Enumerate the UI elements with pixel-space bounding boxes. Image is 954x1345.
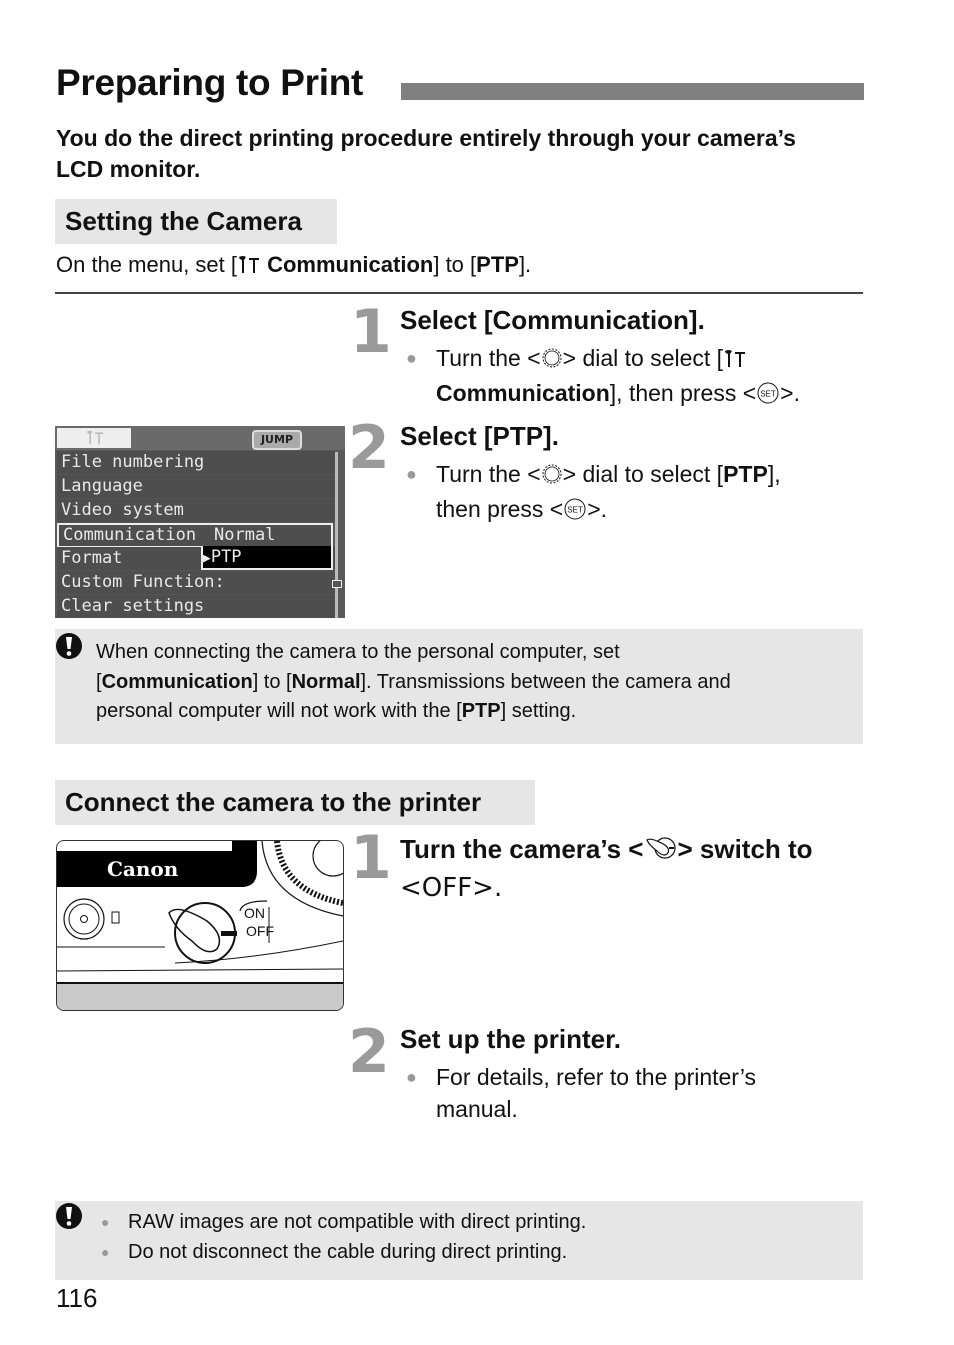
step-number: 1 — [350, 297, 392, 367]
lcd-menu-item: Video system — [57, 499, 335, 523]
title-decorative-bar — [401, 83, 864, 100]
caution-item-text: RAW images are not compatible with direc… — [128, 1211, 587, 1233]
step-title: Set up the printer. — [400, 1024, 622, 1054]
section-heading-setting-camera: Setting the Camera — [55, 199, 337, 244]
step-number: 2 — [348, 1017, 390, 1087]
caution-bold: PTP — [461, 700, 501, 722]
switch-off-label: OFF — [246, 923, 274, 939]
step-bullet: ● Turn the < > dial to select [ Communica… — [406, 342, 866, 412]
lead-text: ]. — [518, 252, 532, 277]
svg-text:SET: SET — [760, 390, 776, 399]
bullet-text: then press < — [436, 496, 564, 522]
set-button-icon: SET — [756, 380, 780, 412]
caution-list: ● RAW images are not compatible with dire… — [101, 1208, 848, 1268]
section-heading-connect-printer: Connect the camera to the printer — [55, 780, 535, 825]
lcd-menu-screenshot: JUMP File numbering Language Video syste… — [55, 426, 345, 618]
quick-control-dial-icon — [541, 461, 563, 493]
lead-text: On the menu, set [ — [56, 252, 237, 277]
step-title: Select [PTP]. — [400, 421, 559, 451]
lcd-option-label: PTP — [210, 547, 242, 567]
caution-list-item: ● Do not disconnect the cable during dire… — [101, 1238, 848, 1268]
bullet-text: > dial to select [ — [562, 345, 724, 371]
step-bullet: ● Turn the < > dial to select [PTP], then… — [406, 458, 866, 528]
bullet-bold: Communication — [436, 380, 610, 406]
setup-menu-icon — [723, 345, 747, 377]
lcd-menu-item-selected: Communication Normal — [57, 523, 333, 548]
section-lead: On the menu, set [ Communication] to [PT… — [56, 252, 531, 281]
quick-control-dial-icon — [541, 345, 563, 377]
lcd-setup-tab — [57, 428, 131, 448]
bullet-dot: ● — [101, 1243, 110, 1260]
caution-note: ● RAW images are not compatible with dire… — [55, 1201, 863, 1280]
bullet-dot: ● — [406, 1067, 417, 1087]
step-number: 2 — [348, 413, 390, 483]
lead-text: ] to [ — [433, 252, 477, 277]
lcd-scrollbar — [335, 452, 338, 618]
bullet-dot: ● — [101, 1214, 110, 1230]
page-title: Preparing to Print — [56, 62, 364, 103]
page-number: 116 — [56, 1283, 98, 1313]
step-title-text: > switch to — [677, 834, 813, 864]
section-divider — [55, 292, 863, 294]
bullet-text: > dial to select [ — [562, 461, 724, 487]
lcd-scroll-thumb — [332, 580, 342, 588]
step-title: Select [Communication]. — [400, 305, 705, 335]
camera-power-switch-illustration: Canon ON OFF — [56, 840, 344, 1011]
power-switch-icon — [643, 835, 677, 870]
lead-bold-communication: Communication — [267, 252, 434, 277]
bullet-text: ], then press < — [609, 380, 757, 406]
canon-logo: Canon — [107, 857, 179, 881]
bullet-text: Turn the < — [436, 461, 541, 487]
switch-on-label: ON — [244, 905, 265, 921]
setup-menu-icon — [237, 255, 261, 281]
bullet-text: ], — [767, 461, 781, 487]
bullet-text: For details, refer to the printer’s — [436, 1064, 757, 1090]
bullet-dot: ● — [406, 348, 417, 368]
caution-line: ] to [ — [252, 670, 292, 693]
caution-line: ] setting. — [500, 700, 577, 722]
bullet-text: manual. — [436, 1096, 518, 1122]
caution-bold: Communication — [101, 670, 253, 693]
bullet-text: >. — [587, 496, 608, 522]
step-number: 1 — [350, 823, 392, 893]
lcd-menu-item: Language — [57, 475, 335, 499]
intro-text: You do the direct printing procedure ent… — [56, 125, 796, 182]
lcd-current-value: Normal — [214, 525, 276, 545]
step-bullet: ● For details, refer to the printer’s ma… — [406, 1061, 866, 1125]
caution-line: When connecting the camera to the person… — [96, 641, 620, 663]
caution-line: personal computer will not work with the… — [96, 700, 462, 722]
bullet-text: Turn the < — [436, 345, 541, 371]
caution-icon — [55, 632, 83, 665]
bullet-bold: PTP — [723, 461, 768, 487]
svg-text:SET: SET — [567, 506, 583, 515]
step-title: Turn the camera’s < > switch to <OFF>. — [400, 832, 870, 906]
lcd-menu-item: File numbering — [57, 451, 335, 475]
caution-item-text: Do not disconnect the cable during direc… — [128, 1240, 568, 1263]
lcd-arrow-icon: ▶ — [203, 551, 211, 566]
step-title-text: Turn the camera’s < — [400, 834, 644, 864]
lcd-option-ptp: ▶PTP — [201, 546, 333, 570]
camera-drawing — [57, 841, 343, 1010]
bullet-text: >. — [780, 380, 800, 406]
caution-line: ]. Transmissions between the camera and — [360, 670, 731, 693]
set-button-icon: SET — [563, 496, 587, 528]
bullet-dot: ● — [406, 464, 417, 484]
caution-text: When connecting the camera to the person… — [96, 638, 856, 727]
lcd-menu-item: Clear settings — [57, 595, 335, 618]
step-title-off: <OFF>. — [400, 873, 503, 903]
setup-menu-icon — [85, 430, 105, 451]
caution-icon — [55, 1202, 83, 1235]
lcd-item-label: Communication — [63, 525, 197, 545]
caution-list-item: ● RAW images are not compatible with dire… — [101, 1208, 848, 1238]
lcd-menu-item: Custom Function: — [57, 571, 335, 595]
lcd-jump-label: JUMP — [252, 430, 302, 450]
caution-note: When connecting the camera to the person… — [55, 629, 863, 744]
caution-bold: Normal — [291, 670, 361, 693]
lead-bold-ptp: PTP — [476, 252, 519, 277]
